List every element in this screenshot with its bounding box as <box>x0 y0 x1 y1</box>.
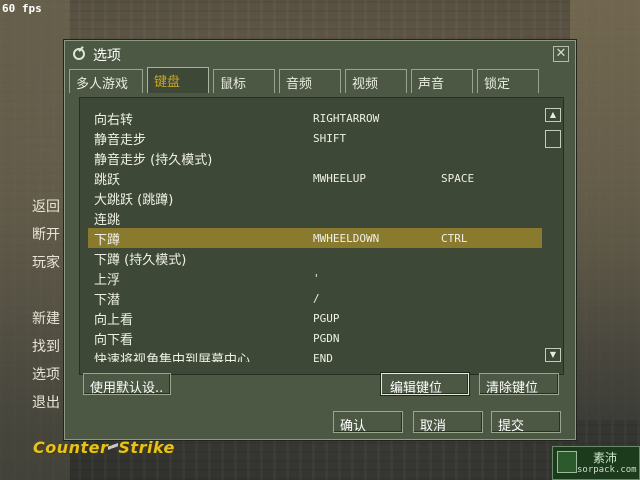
use-defaults-button[interactable]: 使用默认设.. <box>83 373 171 396</box>
tab-bar: 多人游戏 键盘 鼠标 音频 视频 声音 锁定 <box>69 67 569 93</box>
tab-lock[interactable]: 锁定 <box>477 69 539 93</box>
binding-action: 向下看 <box>94 333 134 348</box>
dialog-title: 选项 <box>93 48 121 64</box>
tab-multiplayer[interactable]: 多人游戏 <box>69 69 143 93</box>
binding-row[interactable]: 快速将视角集中到屏幕中心 END <box>88 348 542 362</box>
keyboard-panel: 向右转 RIGHTARROW 静音走步 SHIFT 静音走步 (持久模式) 跳跃 MWHEE… <box>79 97 564 375</box>
binding-key-primary: / <box>313 292 320 305</box>
binding-key-alternate: SPACE <box>441 172 475 185</box>
tab-video[interactable]: 视频 <box>345 69 407 93</box>
tab-audio[interactable]: 音频 <box>279 69 341 93</box>
binding-row[interactable]: 向上看 PGUP <box>88 308 542 328</box>
list-scrollbar[interactable]: ▲ ▼ <box>545 108 561 362</box>
watermark-logo-icon <box>557 451 577 473</box>
fps-counter: 60 fps <box>2 2 42 15</box>
menu-item-disconnect[interactable]: 断开 <box>32 224 60 244</box>
binding-action: 向上看 <box>94 313 134 328</box>
watermark-url: sorpack.com <box>577 465 637 475</box>
steam-icon <box>73 48 85 60</box>
binding-key-primary: MWHEELDOWN <box>313 232 380 245</box>
binding-key-primary: PGUP <box>313 312 340 325</box>
menu-item-find-servers[interactable]: 找到 <box>32 336 60 356</box>
binding-key-primary: MWHEELUP <box>313 172 366 185</box>
binding-action: 下蹲 <box>94 233 121 248</box>
background-wall-right <box>570 0 640 420</box>
binding-key-primary: END <box>313 352 333 362</box>
scroll-down-icon: ▼ <box>549 350 557 359</box>
clear-key-button[interactable]: 清除键位 <box>479 373 559 396</box>
binding-row[interactable]: 下蹲 (持久模式) <box>88 248 542 268</box>
scroll-thumb[interactable] <box>545 130 561 148</box>
binding-action: 上浮 <box>94 273 121 288</box>
options-dialog: 选项 ✕ 多人游戏 键盘 鼠标 音频 视频 声音 锁定 向右转 RIGHTARRO… <box>64 40 576 440</box>
tab-mouse[interactable]: 鼠标 <box>213 69 275 93</box>
key-binding-list[interactable]: 向右转 RIGHTARROW 静音走步 SHIFT 静音走步 (持久模式) 跳跃 MWHEE… <box>88 108 542 362</box>
binding-action: 连跳 <box>94 213 121 228</box>
binding-row[interactable]: 跳跃 MWHEELUP SPACE <box>88 168 542 188</box>
binding-key-alternate: CTRL <box>441 232 468 245</box>
binding-row[interactable]: 下蹲 MWHEELDOWN CTRL <box>88 228 542 248</box>
scroll-up-button[interactable]: ▲ <box>545 108 561 122</box>
menu-item-new-game[interactable]: 新建 <box>32 308 60 328</box>
menu-item-quit[interactable]: 退出 <box>32 392 60 412</box>
game-logo: Counter Strike <box>33 438 175 460</box>
binding-key-primary: RIGHTARROW <box>313 112 380 125</box>
scroll-up-icon: ▲ <box>549 110 557 119</box>
binding-action: 下潜 <box>94 293 121 308</box>
binding-row[interactable]: 向右转 RIGHTARROW <box>88 108 542 128</box>
close-icon: ✕ <box>555 46 567 61</box>
logo-word-counter: Counter <box>33 438 109 457</box>
scroll-down-button[interactable]: ▼ <box>545 348 561 362</box>
binding-action: 跳跃 <box>94 173 121 188</box>
apply-button[interactable]: 提交 <box>491 411 561 434</box>
binding-key-primary: SHIFT <box>313 132 347 145</box>
binding-action: 下蹲 (持久模式) <box>94 253 187 268</box>
dialog-titlebar[interactable]: 选项 ✕ <box>65 41 575 67</box>
watermark: 素沛 sorpack.com <box>552 446 640 480</box>
binding-action: 静音走步 <box>94 133 147 148</box>
logo-word-strike: Strike <box>118 438 175 457</box>
menu-item-players[interactable]: 玩家 <box>32 252 60 272</box>
knife-icon <box>108 438 119 456</box>
binding-row[interactable]: 连跳 <box>88 208 542 228</box>
binding-key-primary: ' <box>313 272 320 285</box>
binding-row[interactable]: 静音走步 (持久模式) <box>88 148 542 168</box>
menu-item-resume[interactable]: 返回 <box>32 196 60 216</box>
binding-action: 快速将视角集中到屏幕中心 <box>94 353 251 362</box>
binding-row[interactable]: 上浮 ' <box>88 268 542 288</box>
edit-key-button[interactable]: 编辑键位 <box>381 373 469 396</box>
tab-keyboard[interactable]: 键盘 <box>147 67 209 93</box>
watermark-text: 素沛 <box>593 451 618 465</box>
binding-key-primary: PGDN <box>313 332 340 345</box>
binding-row[interactable]: 静音走步 SHIFT <box>88 128 542 148</box>
binding-action: 大跳跃 (跳蹲) <box>94 193 174 208</box>
binding-row[interactable]: 向下看 PGDN <box>88 328 542 348</box>
menu-item-options[interactable]: 选项 <box>32 364 60 384</box>
tab-voice[interactable]: 声音 <box>411 69 473 93</box>
binding-action: 静音走步 (持久模式) <box>94 153 213 168</box>
binding-action: 向右转 <box>94 113 134 128</box>
cancel-button[interactable]: 取消 <box>413 411 483 434</box>
binding-row[interactable]: 下潜 / <box>88 288 542 308</box>
binding-row[interactable]: 大跳跃 (跳蹲) <box>88 188 542 208</box>
ok-button[interactable]: 确认 <box>333 411 403 434</box>
close-button[interactable]: ✕ <box>553 46 569 62</box>
